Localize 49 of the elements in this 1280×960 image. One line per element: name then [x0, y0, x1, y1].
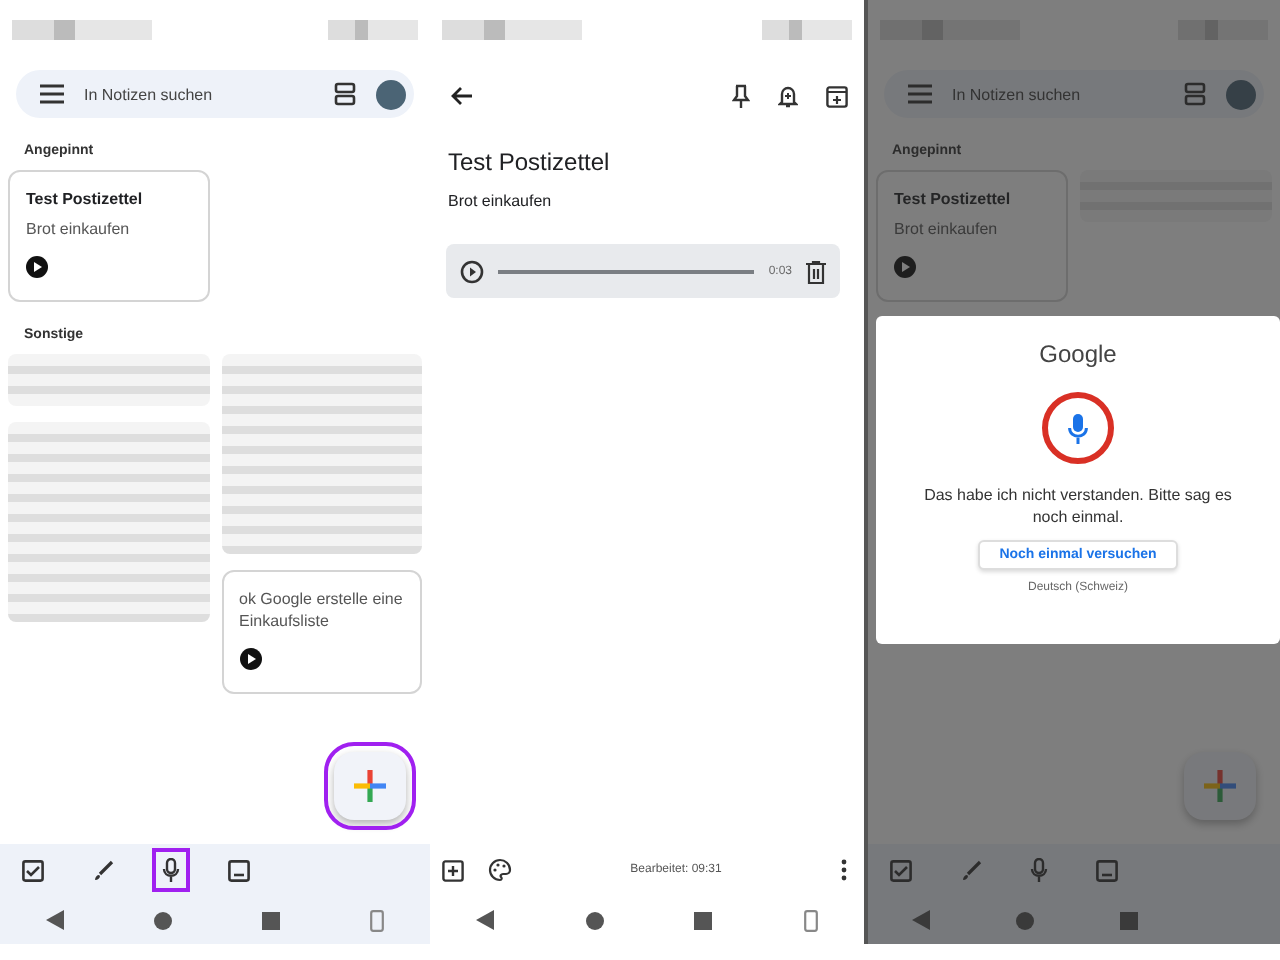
avatar-photo[interactable]	[1226, 79, 1256, 109]
home-circle-icon[interactable]	[153, 911, 172, 929]
palette-icon[interactable]	[488, 858, 512, 882]
plus-icon	[1204, 770, 1236, 802]
play-icon[interactable]	[239, 648, 261, 671]
error-message: Das habe ich nicht verstanden. Bitte sag es noch einmal.	[922, 484, 1234, 529]
google-wordmark: Google	[1039, 340, 1117, 368]
pixelated-status-icons	[12, 20, 152, 40]
more-icon[interactable]	[840, 858, 848, 882]
note-card[interactable]: Test Postizettel Brot einkaufen	[8, 170, 209, 303]
rotate-phone-icon[interactable]	[370, 909, 385, 931]
note-title: Test Postizettel	[26, 190, 145, 208]
play-icon[interactable]	[460, 259, 484, 283]
note-text: ok Google erstelle eine Einkaufsliste	[239, 590, 404, 633]
search-bar[interactable]: In Notizen suchen	[16, 70, 414, 118]
plus-icon	[354, 770, 386, 802]
note-card[interactable]: ok Google erstelle eine Einkaufsliste	[221, 570, 422, 695]
pixelated-status-icons	[880, 20, 1020, 40]
add-note-button[interactable]	[334, 752, 406, 820]
note-card[interactable]: Test Postizettel Brot einkaufen	[876, 170, 1068, 303]
pin-icon[interactable]	[732, 84, 750, 108]
search-placeholder: In Notizen suchen	[84, 85, 215, 103]
back-triangle-icon[interactable]	[45, 910, 64, 930]
note-title: Test Postizettel	[448, 148, 612, 176]
back-triangle-icon[interactable]	[475, 910, 494, 930]
menu-icon[interactable]	[40, 84, 64, 104]
pixelated-status-icons	[1178, 20, 1268, 40]
list-layout-icon[interactable]	[334, 82, 356, 106]
note-title: Test Postizettel	[894, 190, 1013, 208]
recents-square-icon[interactable]	[694, 911, 713, 929]
search-placeholder: In Notizen suchen	[952, 85, 1083, 103]
pixelated-status-icons	[442, 20, 582, 40]
microphone-icon[interactable]	[152, 848, 190, 892]
play-icon[interactable]	[26, 256, 48, 279]
add-box-icon[interactable]	[442, 859, 464, 881]
microphone-ring-icon[interactable]	[1042, 392, 1114, 464]
note-text: Brot einkaufen	[894, 220, 1000, 241]
recents-square-icon[interactable]	[262, 911, 281, 929]
pixelated-status-icons	[762, 20, 852, 40]
home-circle-icon[interactable]	[585, 911, 604, 929]
rotate-phone-icon[interactable]	[804, 909, 819, 931]
trash-icon[interactable]	[806, 259, 826, 283]
pixelated-status-icons	[328, 20, 418, 40]
note-text: Brot einkaufen	[26, 220, 132, 241]
note-text: Brot einkaufen	[448, 192, 554, 210]
archive-icon[interactable]	[826, 85, 848, 107]
back-arrow-icon[interactable]	[450, 86, 472, 106]
bell-icon[interactable]	[778, 84, 798, 108]
avatar-photo[interactable]	[376, 79, 406, 109]
